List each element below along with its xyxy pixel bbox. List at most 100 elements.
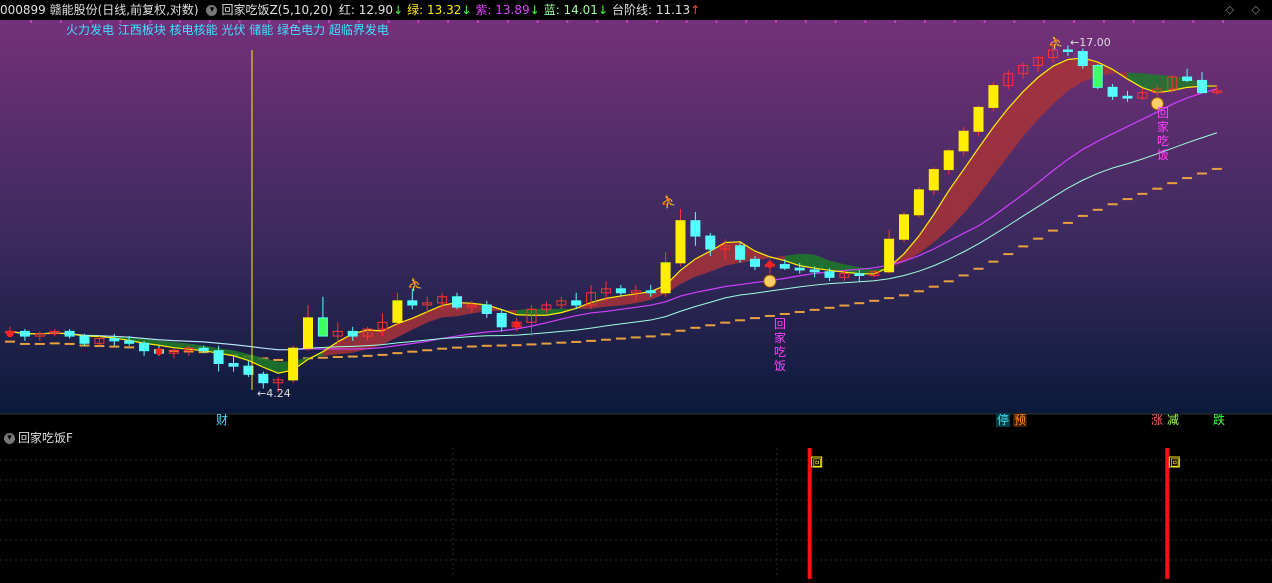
jian-label: 减 [1167,413,1179,427]
top-tick [1043,20,1046,23]
candle-body [943,150,954,171]
signal-dot [766,261,774,269]
candle-body [1122,95,1133,99]
candle-body [958,130,969,152]
nav-icons: ◇ ◇ [1226,0,1264,20]
high-price-label: ←17.00 [1070,36,1111,49]
candle-body [988,85,999,108]
top-tick [1013,20,1016,23]
candle-body [347,330,358,337]
candle-body [124,340,135,344]
top-tick [30,20,32,23]
candle-body [884,238,895,273]
top-tick [804,20,807,23]
candle-body [288,347,299,381]
top-tick [894,20,897,23]
candle-body [198,347,209,352]
candle-body [139,342,150,352]
candle-body [660,262,671,294]
runner-icon: ⛹ [1048,34,1064,51]
top-tick [983,20,986,23]
top-tick [417,20,420,23]
top-tick [924,20,926,23]
top-tick [953,20,956,23]
candle-body [735,245,746,260]
top-tick [715,20,718,23]
top-tick [834,20,837,23]
candle-body [824,271,835,278]
blue-value: 蓝: 14.01↓ [543,3,608,17]
top-tick [596,20,599,23]
sub-signal-bar [807,448,812,579]
signal-dot [155,348,163,356]
header-bar: 000899 赣能股份(日线,前复权,对数) ▾ 回家吃饭Z(5,10,20) 红:… [0,0,1272,20]
signal-dot [513,321,521,329]
money-bag-icon [763,274,777,288]
toggle-icon[interactable]: ▾ [206,5,218,16]
candle-body [407,300,418,306]
candle-body [913,189,924,216]
sub-signal-label: 回 [813,458,822,469]
top-tick [536,20,539,23]
low-price-label: ←4.24 [257,387,291,400]
sub-panel: ▾ 回家吃饭F 回回 [0,428,1272,579]
runner-icon: ⛹ [661,193,677,210]
top-tick [1222,20,1224,23]
candle-body [779,264,790,269]
top-tick [477,20,479,23]
ting-label: 停 [997,412,1009,427]
runner-icon: ⛹ [407,276,423,293]
die-label: 跌 [1213,412,1225,427]
top-tick [447,20,450,23]
purple-value: 紫: 13.89↓ [475,3,540,17]
candle-body [109,337,120,342]
candle-body [258,373,269,384]
candle-body [64,330,75,337]
candle-body [973,106,984,132]
candle-body [645,290,656,294]
top-tick [566,20,569,23]
sub-chart: 回回 [0,448,1272,579]
sub-signal-bar [1165,448,1170,579]
candle-body [496,312,507,328]
sub-panel-header: ▾ 回家吃饭F [4,430,73,446]
chevron-left-icon[interactable]: ◇ [1226,3,1234,16]
top-tick [655,20,658,23]
green-value: 绿: 13.32↓ [407,3,472,17]
top-tick [775,20,777,23]
indicator-name: 回家吃饭Z(5,10,20) [221,3,333,17]
concept-tags: 火力发电 江西板块 核电核能 光伏 储能 绿色电力 超临界发电 [66,22,389,37]
stock-title: 000899 赣能股份(日线,前复权,对数) [0,3,199,17]
ribbon-segment [531,308,547,316]
candle-body [303,317,313,349]
candle-body [79,335,90,344]
sub-panel-title: 回家吃饭F [18,431,73,445]
top-tick [1102,20,1105,23]
candle-body [213,350,224,365]
candle-body [19,330,30,337]
candle-body [481,304,492,314]
candle-body [854,273,865,276]
candle-body [1062,49,1073,52]
top-tick [1132,20,1135,23]
sub-grid [0,448,1272,579]
candle-body [392,300,403,323]
chevron-right-icon[interactable]: ◇ [1252,3,1260,16]
top-tick [1162,20,1165,23]
zhang-label: 涨 [1151,412,1163,427]
candle-body [794,267,805,271]
candle-body [1092,65,1103,88]
candle-body [899,214,909,240]
toggle-icon[interactable]: ▾ [4,433,15,444]
candle-body [809,269,820,273]
top-tick [1192,20,1195,23]
top-tick [685,20,688,23]
candle-body [675,220,686,264]
candle-body [1107,86,1118,97]
top-tick [864,20,867,23]
candle-body [615,288,626,294]
top-tick [1073,20,1075,23]
candle-body [317,317,328,337]
candle-body [928,169,939,191]
sub-signal-label: 回 [1170,458,1179,469]
